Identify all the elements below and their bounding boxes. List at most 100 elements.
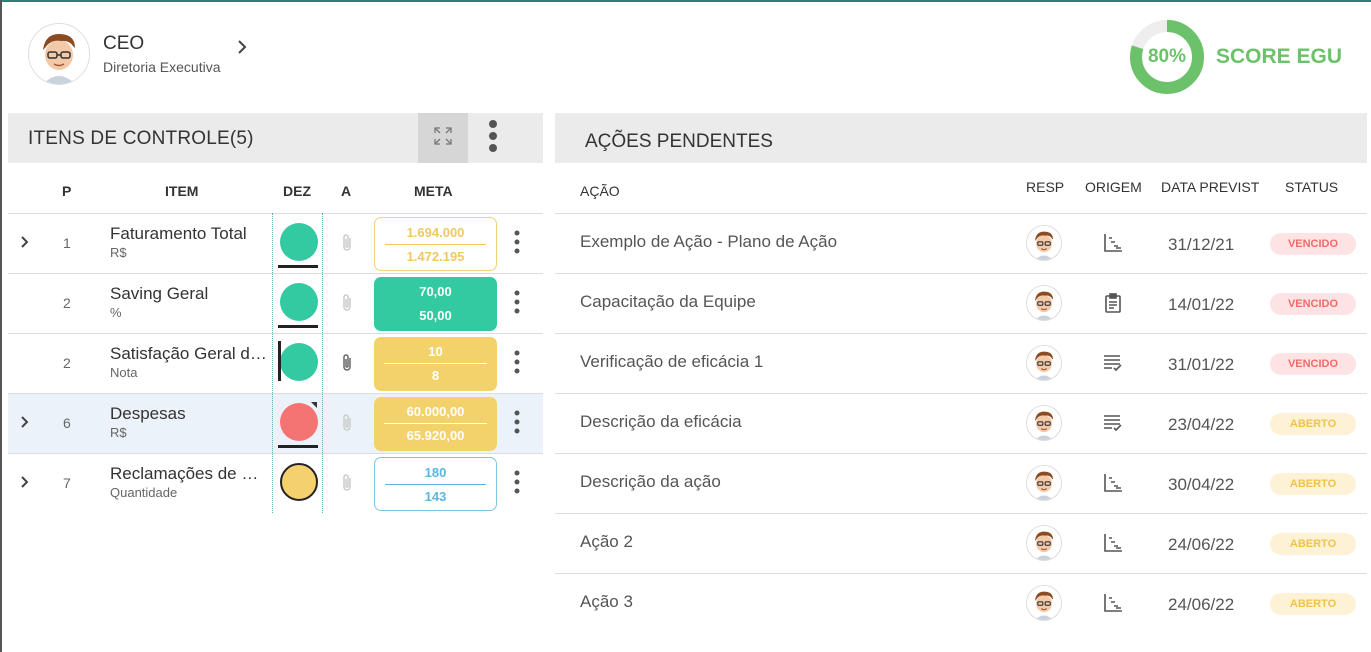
chevron-right-icon[interactable] [237,39,247,60]
clipboard-icon[interactable] [1103,293,1123,318]
column-header-resp[interactable]: RESP [1026,179,1064,195]
score-label: SCORE EGU [1216,45,1343,68]
meta-box[interactable]: 10 8 [374,337,497,391]
column-header-a[interactable]: A [341,183,351,199]
more-vertical-icon [489,119,497,157]
meta-target: 1.694.000 [406,225,465,240]
row-menu-icon[interactable] [514,290,520,319]
status-badge: VENCIDO [1270,233,1356,255]
due-date: 30/04/22 [1168,475,1235,494]
item-name[interactable]: Saving Geral [110,284,270,304]
action-name[interactable]: Ação 3 [580,592,633,612]
meta-target: 70,00 [419,284,452,299]
action-row[interactable]: Descrição da eficácia 23/04/22 ABERTO [555,393,1367,453]
meta-actual: 8 [431,368,440,383]
panel-menu-button[interactable] [468,113,518,163]
checklist-icon[interactable] [1103,353,1123,378]
row-priority: 7 [63,475,71,491]
item-name[interactable]: Despesas [110,404,270,424]
status-badge: ABERTO [1270,533,1356,555]
due-date: 31/01/22 [1168,355,1235,374]
attachment-icon[interactable] [341,353,353,378]
score-widget: 80% SCORE EGU [1130,20,1342,94]
row-menu-icon[interactable] [514,470,520,499]
column-header-p[interactable]: P [62,183,71,199]
left-border-line [0,0,2,652]
control-items-title: ITENS DE CONTROLE(5) [28,128,254,149]
column-header-date[interactable]: DATA PREVIST [1161,179,1261,195]
avatar [1026,465,1062,501]
avatar [1026,525,1062,561]
meta-actual: 1.472.195 [406,249,465,264]
attachment-icon[interactable] [341,473,353,498]
profile-title: CEO [103,33,145,54]
meta-actual: 65.920,00 [406,428,465,443]
row-priority: 2 [63,355,71,371]
control-items-header: ITENS DE CONTROLE(5) [8,113,543,163]
meta-target: 60.000,00 [406,404,465,419]
expand-row-icon[interactable] [20,475,30,494]
due-date: 23/04/22 [1168,415,1235,434]
meta-box[interactable]: 1.694.000 1.472.195 [374,217,497,271]
status-badge: ABERTO [1270,413,1356,435]
expand-icon [434,126,452,150]
meta-separator [384,363,487,364]
score-ring: 80% [1130,20,1204,94]
profile-header[interactable]: CEO Diretoria Executiva [28,22,247,86]
chart-steps-icon[interactable] [1103,473,1123,498]
action-name[interactable]: Capacitação da Equipe [580,292,756,312]
expand-row-icon[interactable] [20,415,30,434]
column-header-status[interactable]: STATUS [1285,179,1338,195]
avatar [1026,345,1062,381]
meta-box[interactable]: 60.000,00 65.920,00 [374,397,497,451]
meta-target: 180 [424,465,447,480]
action-name[interactable]: Descrição da eficácia [580,412,742,432]
column-header-origin[interactable]: ORIGEM [1085,179,1142,195]
action-name[interactable]: Exemplo de Ação - Plano de Ação [580,232,837,252]
expand-row-icon[interactable] [20,235,30,254]
avatar [1026,405,1062,441]
action-name[interactable]: Descrição da ação [580,472,721,492]
action-row[interactable]: Ação 3 24/06/22 ABERTO [555,573,1367,633]
action-row[interactable]: Descrição da ação 30/04/22 ABERTO [555,453,1367,513]
attachment-icon[interactable] [341,233,353,258]
meta-box[interactable]: 70,00 50,00 [374,277,497,331]
status-badge: VENCIDO [1270,353,1356,375]
chart-steps-icon[interactable] [1103,233,1123,258]
column-header-meta[interactable]: META [414,183,453,199]
action-row[interactable]: Ação 2 24/06/22 ABERTO [555,513,1367,573]
item-unit: % [110,305,122,320]
action-row[interactable]: Exemplo de Ação - Plano de Ação 31/12/21 V… [555,213,1367,273]
status-badge: ABERTO [1270,473,1356,495]
action-name[interactable]: Verificação de eficácia 1 [580,352,763,372]
meta-actual: 143 [424,489,447,504]
action-row[interactable]: Verificação de eficácia 1 31/01/22 VENCIDO [555,333,1367,393]
column-header-item[interactable]: ITEM [165,183,198,199]
meta-separator [385,484,486,485]
item-name[interactable]: Faturamento Total [110,224,270,244]
action-row[interactable]: Capacitação da Equipe 14/01/22 VENCIDO [555,273,1367,333]
row-menu-icon[interactable] [514,410,520,439]
item-name[interactable]: Satisfação Geral de Clientes [110,344,270,364]
column-header-dez[interactable]: DEZ [283,183,311,199]
expand-button[interactable] [418,113,468,163]
meta-actual: 50,00 [419,308,452,323]
meta-box[interactable]: 180 143 [374,457,497,511]
avatar [1026,585,1062,621]
meta-separator [384,303,487,304]
chart-steps-icon[interactable] [1103,593,1123,618]
profile-subtitle: Diretoria Executiva [103,59,221,75]
row-menu-icon[interactable] [514,230,520,259]
checklist-icon[interactable] [1103,413,1123,438]
item-unit: Quantidade [110,485,178,500]
attachment-icon[interactable] [341,413,353,438]
chart-steps-icon[interactable] [1103,533,1123,558]
avatar [1026,225,1062,261]
item-unit: Nota [110,365,138,380]
item-name[interactable]: Reclamações de Clientes [110,464,270,484]
action-name[interactable]: Ação 2 [580,532,633,552]
column-header-action[interactable]: AÇÃO [580,183,620,199]
row-menu-icon[interactable] [514,350,520,379]
attachment-icon[interactable] [341,293,353,318]
meta-separator [385,244,486,245]
